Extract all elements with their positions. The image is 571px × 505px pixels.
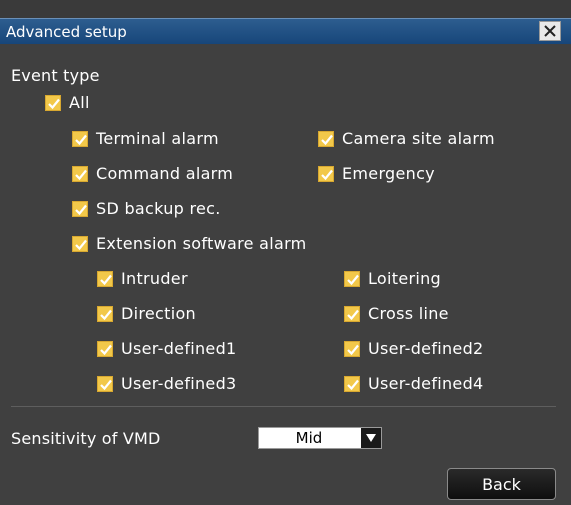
sd-backup-rec-label: SD backup rec. (96, 199, 221, 218)
user-defined1-label: User-defined1 (121, 339, 237, 358)
terminal-alarm-checkbox[interactable] (72, 131, 88, 147)
checkmark-icon (347, 309, 359, 321)
divider (11, 406, 556, 407)
command-alarm-label: Command alarm (96, 164, 234, 183)
checkmark-icon (75, 169, 87, 181)
emergency-checkbox[interactable] (318, 166, 334, 182)
checkmark-icon (75, 204, 87, 216)
sensitivity-select[interactable]: Mid (258, 427, 382, 449)
checkmark-icon (100, 274, 112, 286)
checkmark-icon (100, 344, 112, 356)
intruder-label: Intruder (121, 269, 188, 288)
loitering-checkbox[interactable] (344, 271, 360, 287)
cross-line-checkbox[interactable] (344, 306, 360, 322)
close-button[interactable] (539, 21, 561, 41)
checkmark-icon (321, 169, 333, 181)
terminal-alarm-label: Terminal alarm (96, 129, 219, 148)
user-defined3-checkbox[interactable] (97, 376, 113, 392)
direction-checkbox[interactable] (97, 306, 113, 322)
checkmark-icon (321, 134, 333, 146)
camera-site-alarm-label: Camera site alarm (342, 129, 495, 148)
cross-line-label: Cross line (368, 304, 449, 323)
user-defined1-checkbox[interactable] (97, 341, 113, 357)
back-button[interactable]: Back (447, 468, 556, 500)
window-titlebar: Advanced setup (0, 18, 571, 44)
loitering-label: Loitering (368, 269, 442, 288)
checkmark-icon (75, 134, 87, 146)
all-label: All (69, 93, 90, 112)
all-checkbox[interactable] (45, 95, 61, 111)
checkmark-icon (100, 309, 112, 321)
sd-backup-rec-checkbox[interactable] (72, 201, 88, 217)
sensitivity-label: Sensitivity of VMD (11, 429, 161, 448)
extension-software-alarm-checkbox[interactable] (72, 236, 88, 252)
checkmark-icon (347, 379, 359, 391)
checkmark-icon (347, 274, 359, 286)
checkmark-icon (48, 98, 60, 110)
window-title: Advanced setup (6, 23, 127, 41)
user-defined4-label: User-defined4 (368, 374, 484, 393)
intruder-checkbox[interactable] (97, 271, 113, 287)
camera-site-alarm-checkbox[interactable] (318, 131, 334, 147)
event-type-heading: Event type (11, 66, 100, 85)
direction-label: Direction (121, 304, 196, 323)
checkmark-icon (347, 344, 359, 356)
user-defined4-checkbox[interactable] (344, 376, 360, 392)
close-icon (544, 25, 556, 37)
user-defined2-label: User-defined2 (368, 339, 484, 358)
checkmark-icon (75, 239, 87, 251)
dropdown-arrow-icon[interactable] (361, 428, 381, 448)
command-alarm-checkbox[interactable] (72, 166, 88, 182)
settings-panel: Event type All Terminal alarm Camera sit… (0, 44, 571, 505)
sensitivity-value: Mid (295, 429, 323, 447)
emergency-label: Emergency (342, 164, 435, 183)
extension-software-alarm-label: Extension software alarm (96, 234, 307, 253)
user-defined3-label: User-defined3 (121, 374, 237, 393)
user-defined2-checkbox[interactable] (344, 341, 360, 357)
checkmark-icon (100, 379, 112, 391)
